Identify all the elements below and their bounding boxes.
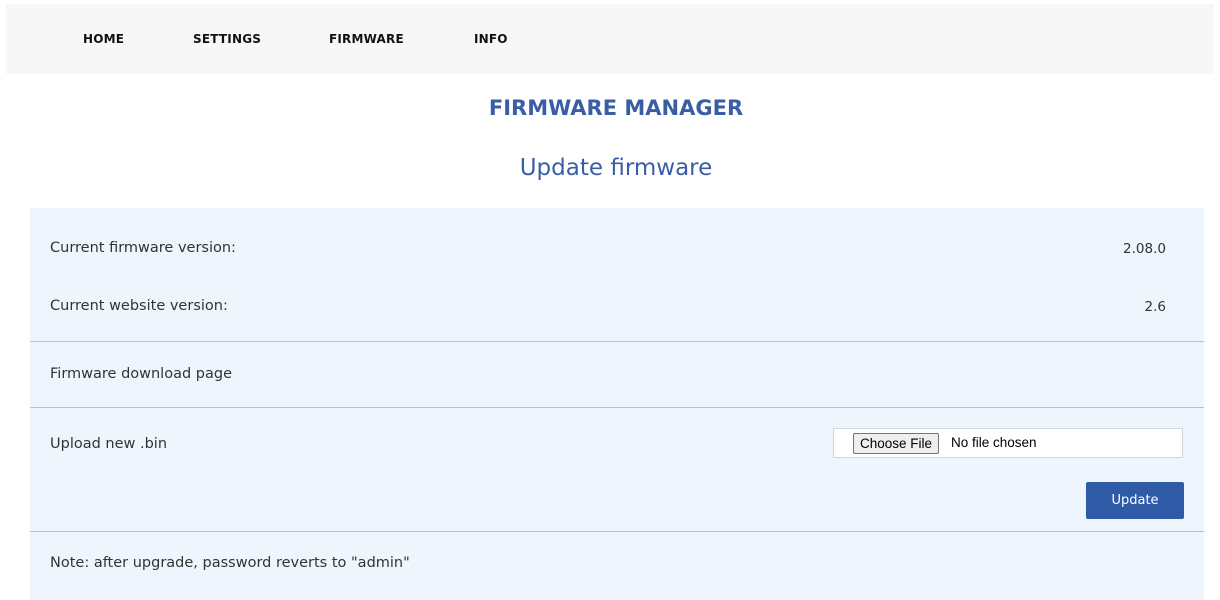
top-navbar: HOME SETTINGS FIRMWARE INFO (6, 4, 1214, 74)
nav-home-link[interactable]: HOME (83, 32, 124, 46)
website-version-label: Current website version: (50, 298, 228, 314)
upload-label: Upload new .bin (50, 436, 168, 452)
upgrade-note: Note: after upgrade, password reverts to… (50, 555, 410, 571)
choose-file-button[interactable]: Choose File (853, 433, 940, 454)
firmware-download-link[interactable]: Firmware download page (50, 366, 232, 382)
file-status-text: No file chosen (951, 435, 1037, 450)
file-upload-input[interactable]: Choose File No file chosen (833, 428, 1183, 458)
nav-settings-link[interactable]: SETTINGS (193, 32, 261, 46)
divider (30, 407, 1204, 408)
divider (30, 531, 1204, 532)
website-version-value: 2.6 (1144, 299, 1166, 315)
firmware-version-label: Current firmware version: (50, 240, 236, 256)
divider (30, 341, 1204, 342)
nav-info-link[interactable]: INFO (474, 32, 508, 46)
section-title: Update firmware (519, 155, 713, 181)
page-title: FIRMWARE MANAGER (488, 96, 744, 120)
firmware-version-value: 2.08.0 (1123, 241, 1166, 257)
update-button[interactable]: Update (1086, 482, 1184, 519)
firmware-panel: Current firmware version: 2.08.0 Current… (30, 208, 1204, 600)
nav-firmware-link[interactable]: FIRMWARE (329, 32, 404, 46)
